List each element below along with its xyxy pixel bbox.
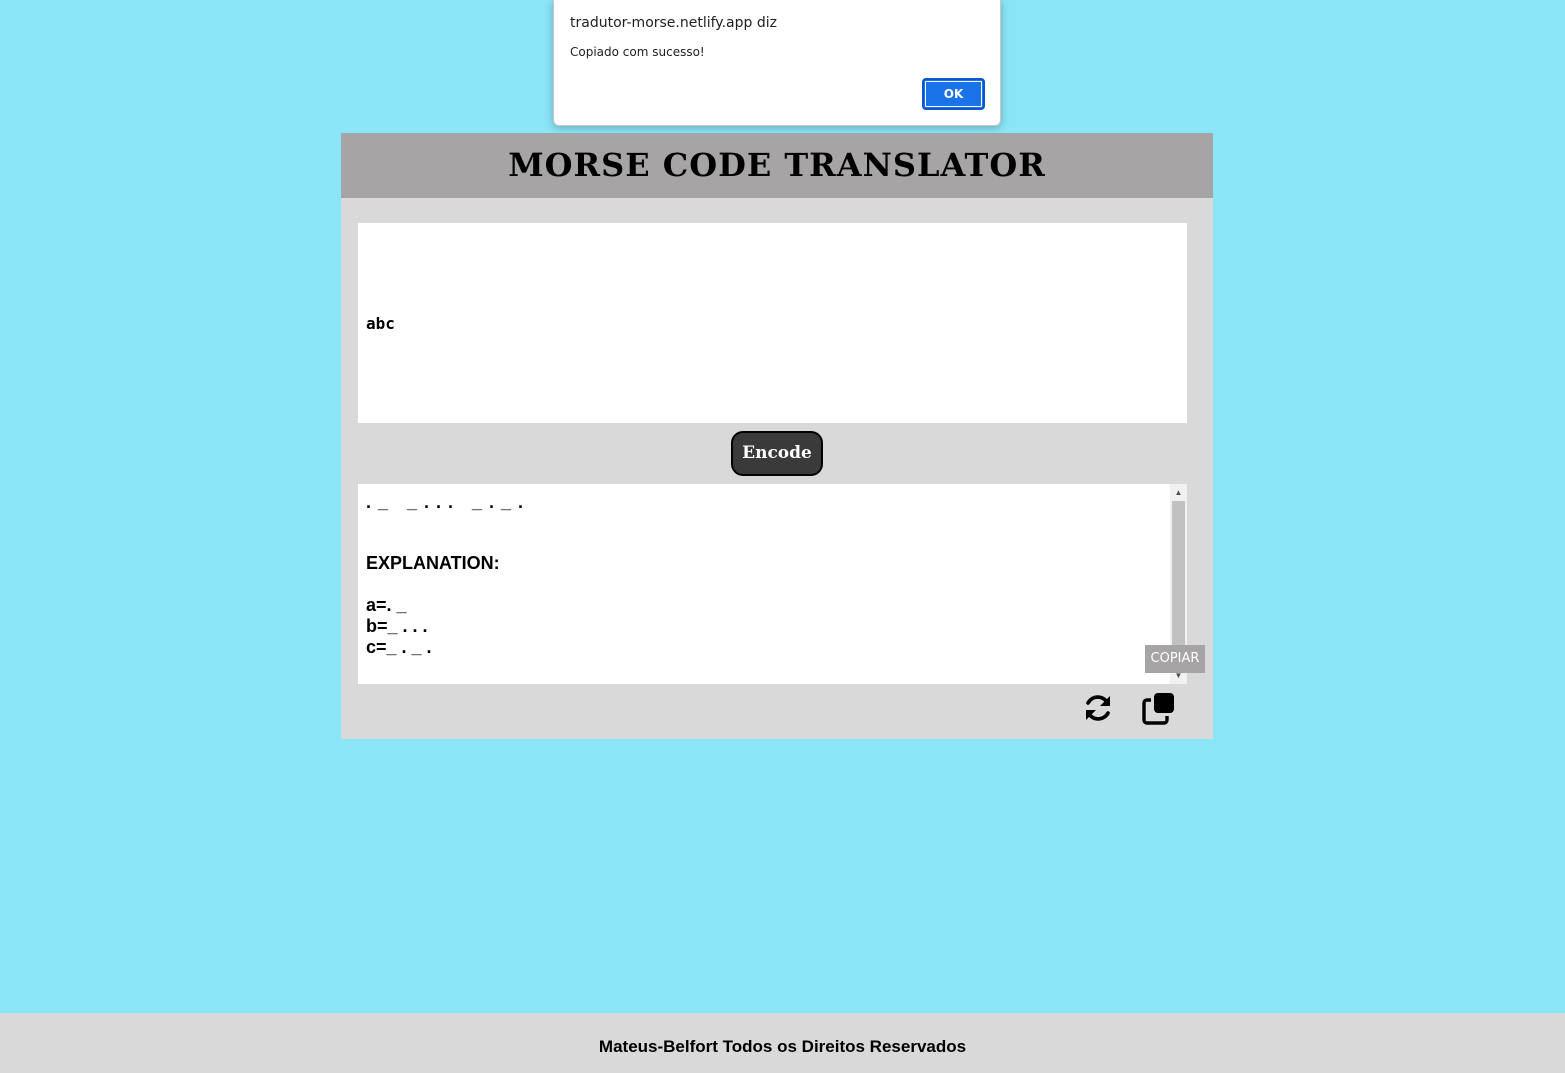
alert-dialog: tradutor-morse.netlify.app diz Copiado c… <box>553 0 1001 126</box>
explanation-list: a=. _ b=_ . . . c=_ . _ . <box>366 595 524 658</box>
copy-tooltip: COPIAR <box>1145 645 1205 673</box>
alert-message: Copiado com sucesso! <box>570 45 705 59</box>
translator-card: MORSE CODE TRANSLATOR abc Encode . _ _ .… <box>341 133 1213 739</box>
input-text: abc <box>366 313 395 333</box>
morse-output: . _ _ . . . _ . _ . <box>366 492 525 512</box>
alert-ok-button[interactable]: OK <box>922 78 985 110</box>
alert-title: tradutor-morse.netlify.app diz <box>570 15 777 31</box>
explanation-item: c=_ . _ . <box>366 637 432 657</box>
scroll-thumb[interactable] <box>1172 501 1185 651</box>
explanation-item: b=_ . . . <box>366 616 428 636</box>
page-title: MORSE CODE TRANSLATOR <box>508 146 1046 184</box>
explanation-item: a=. _ <box>366 595 407 615</box>
refresh-icon <box>1086 695 1110 721</box>
encode-button[interactable]: Encode <box>731 431 823 476</box>
refresh-button[interactable] <box>1081 691 1115 725</box>
explanation-heading: EXPLANATION: <box>366 553 500 573</box>
footer: Mateus-Belfort Todos os Direitos Reserva… <box>0 1013 1565 1073</box>
copy-icon <box>1142 693 1174 725</box>
output-content: . _ _ . . . _ . _ . EXPLANATION: a=. _ b… <box>366 492 524 658</box>
output-textarea[interactable]: . _ _ . . . _ . _ . EXPLANATION: a=. _ b… <box>358 484 1187 684</box>
input-textarea[interactable]: abc <box>358 223 1187 423</box>
card-header: MORSE CODE TRANSLATOR <box>341 133 1213 198</box>
scroll-up-arrow-icon[interactable]: ▲ <box>1170 484 1187 501</box>
footer-text: Mateus-Belfort Todos os Direitos Reserva… <box>598 1037 967 1056</box>
copy-button[interactable] <box>1142 691 1176 725</box>
